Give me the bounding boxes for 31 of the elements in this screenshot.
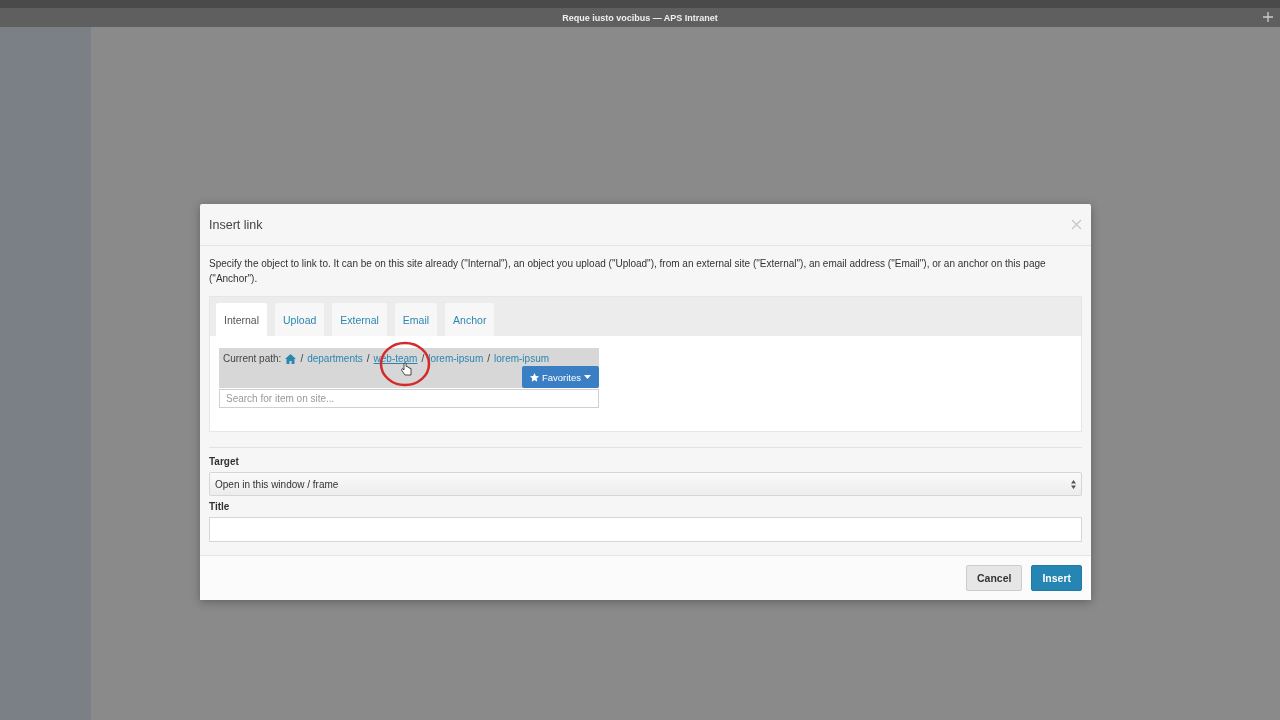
tab[interactable]: Email [394,303,438,336]
tab[interactable]: Anchor [445,303,495,336]
close-icon[interactable] [1071,219,1082,230]
home-icon[interactable] [285,353,297,364]
breadcrumb-link[interactable]: lorem-ipsum [428,353,484,364]
window-title: Reque iusto vocibus — APS Intranet [562,12,718,23]
field-label: Title [209,501,231,512]
search-field[interactable]: Search for item on site... [219,389,599,408]
caret-icon [584,375,591,379]
field-label: Target [209,456,240,467]
tab[interactable]: External [332,303,387,336]
tab[interactable]: Internal [216,303,268,336]
path-separator: / [421,353,425,364]
cancel-button[interactable]: Cancel [965,565,1023,591]
path-separator: / [366,353,370,364]
select-arrows-icon [1071,479,1076,489]
tab[interactable]: Upload [275,303,325,336]
path-separator: / [487,353,490,364]
path-separator: / [300,353,304,364]
dialog-title: Insert link [209,217,263,232]
star-icon [529,372,539,382]
favorites-button[interactable]: Favorites [521,366,599,388]
breadcrumb-link[interactable]: lorem-ipsum [494,353,550,364]
description: Specify the object to link to. It can be on this site already ("Internal"), an object you upload ("Upload"), from an external site ("External"), an email address ("Email"), or an anchor on this page ("Anchor"). [209,257,1047,286]
plus-icon[interactable] [1262,11,1274,23]
insert-button[interactable]: Insert [1031,565,1082,591]
breadcrumb-link[interactable]: departments [307,353,363,364]
path-label: Current path: [223,353,282,364]
title-field[interactable] [209,517,1082,542]
hand-cursor-icon [401,362,412,376]
target-select[interactable]: Open in this window / frame [209,472,1082,496]
